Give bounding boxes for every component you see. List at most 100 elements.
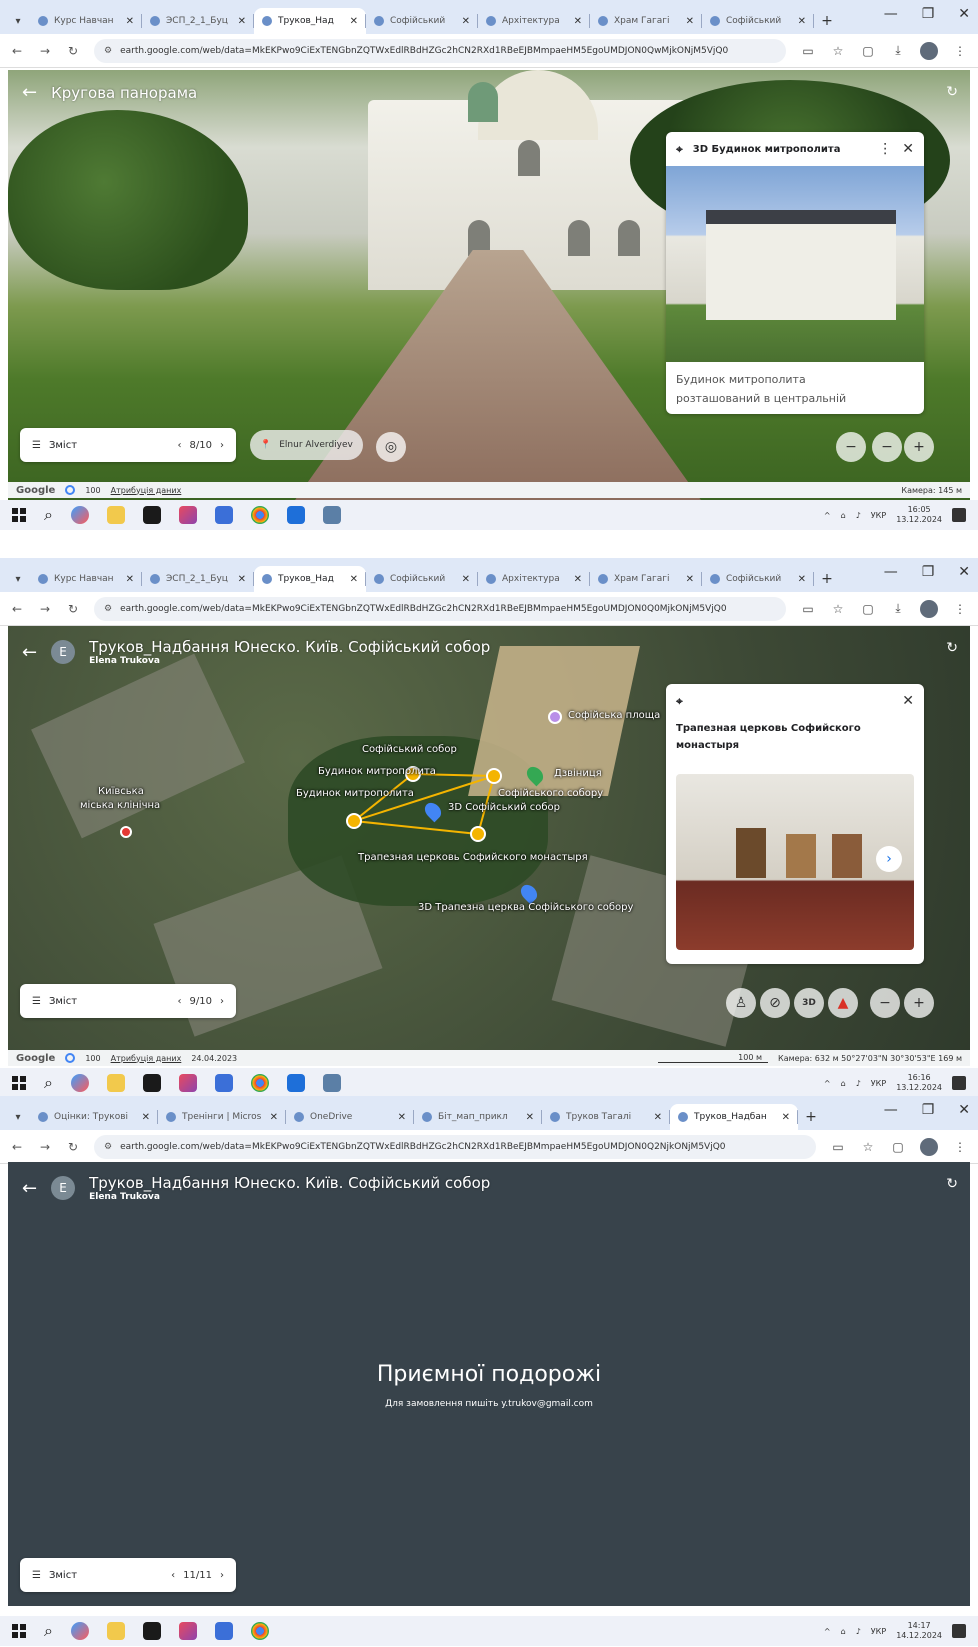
tour-stop-pin[interactable] (346, 813, 362, 829)
browser-tab[interactable]: Тренінги | Micros ✕ (158, 1104, 286, 1130)
file-explorer-icon[interactable] (106, 1074, 125, 1092)
cast-icon[interactable]: ▭ (830, 1140, 846, 1154)
language-indicator[interactable]: УКР (871, 1079, 886, 1088)
photographer-chip[interactable]: 📍 Elnur Alverdiyev (250, 430, 363, 460)
close-tab-icon[interactable]: ✕ (526, 1112, 534, 1123)
browser-tab[interactable]: Труков Тагалі ✕ (542, 1104, 670, 1130)
windows-start-icon[interactable] (12, 508, 26, 522)
close-tab-icon[interactable]: ✕ (126, 574, 134, 585)
copilot-icon[interactable] (70, 506, 89, 524)
square-pin[interactable] (548, 710, 562, 724)
clock[interactable]: 16:16 13.12.2024 (896, 1073, 942, 1093)
recenter-icon[interactable]: ◎ (376, 432, 406, 462)
close-window-icon[interactable]: ✕ (958, 1102, 970, 1118)
browser-tab[interactable]: Софійський ✕ (366, 8, 478, 34)
forward-icon[interactable]: → (38, 44, 52, 58)
close-tab-icon[interactable]: ✕ (798, 574, 806, 585)
close-tab-icon[interactable]: ✕ (686, 16, 694, 27)
close-tab-icon[interactable]: ✕ (142, 1112, 150, 1123)
site-info-icon[interactable]: ⚙ (104, 46, 112, 56)
new-tab-plus-icon[interactable]: + (814, 8, 840, 34)
contents-panel[interactable]: ☰ Зміст ‹ 11/11 › (20, 1558, 236, 1592)
browser-tab[interactable]: Біт_мап_прикл ✕ (414, 1104, 542, 1130)
browser-tab-active[interactable]: Труков_Над ✕ (254, 566, 366, 592)
outlook-icon[interactable] (286, 506, 305, 524)
reload-icon[interactable]: ↻ (66, 602, 80, 616)
earth-panorama-view[interactable]: ← Кругова панорама ↻ ⌖ 3D Будинок митроп… (8, 70, 970, 500)
close-tab-icon[interactable]: ✕ (350, 16, 358, 27)
minimize-icon[interactable]: — (884, 1102, 898, 1118)
back-icon[interactable]: ← (10, 1140, 24, 1154)
tab-search-chevron-icon[interactable]: ▾ (6, 566, 30, 592)
clock[interactable]: 14:17 14.12.2024 (896, 1621, 942, 1641)
close-tab-icon[interactable]: ✕ (270, 1112, 278, 1123)
contents-panel[interactable]: ☰ Зміст ‹ 9/10 › (20, 984, 236, 1018)
contents-panel[interactable]: ☰ Зміст ‹ 8/10 › (20, 428, 236, 462)
notification-icon[interactable] (952, 1076, 966, 1090)
browser-tab[interactable]: ЭСП_2_1_Буц ✕ (142, 8, 254, 34)
language-indicator[interactable]: УКР (871, 511, 886, 520)
chrome-icon[interactable] (250, 1622, 269, 1640)
tray-chevron-icon[interactable]: ^ (824, 511, 831, 520)
zoom-out-icon[interactable]: − (870, 988, 900, 1018)
back-arrow-icon[interactable]: ← (22, 642, 37, 663)
close-tab-icon[interactable]: ✕ (782, 1112, 790, 1123)
media-player-icon[interactable] (142, 506, 161, 524)
next-slide-icon[interactable]: › (220, 440, 224, 451)
teams-icon[interactable] (214, 1622, 233, 1640)
menu-kebab-icon[interactable]: ⋮ (952, 44, 968, 58)
next-slide-icon[interactable]: › (220, 996, 224, 1007)
reload-icon[interactable]: ↻ (66, 44, 80, 58)
close-tab-icon[interactable]: ✕ (574, 16, 582, 27)
zoom-in-icon[interactable]: + (904, 988, 934, 1018)
forward-icon[interactable]: → (38, 1140, 52, 1154)
browser-tab[interactable]: Оцінки: Трукові ✕ (30, 1104, 158, 1130)
prev-slide-icon[interactable]: ‹ (178, 440, 182, 451)
profile-avatar-icon[interactable] (920, 1137, 938, 1156)
close-tab-icon[interactable]: ✕ (126, 16, 134, 27)
tour-stop-pin[interactable] (486, 768, 502, 784)
file-explorer-icon[interactable] (106, 1622, 125, 1640)
browser-tab[interactable]: Архітектура ✕ (478, 566, 590, 592)
data-attribution-link[interactable]: Атрибуція даних (111, 486, 182, 495)
search-icon[interactable]: ⌕ (44, 1073, 53, 1093)
network-icon[interactable]: ⌂ (841, 1079, 846, 1088)
tour-stop-pin[interactable] (470, 826, 486, 842)
url-input[interactable]: ⚙ earth.google.com/web/data=MkEKPwo9CiExT… (94, 38, 786, 63)
url-input[interactable]: ⚙ earth.google.com/web/data=MkEKPwo9CiExT… (94, 1134, 816, 1159)
file-explorer-icon[interactable] (106, 506, 125, 524)
volume-icon[interactable]: ♪ (856, 511, 861, 520)
browser-tab[interactable]: Храм Гагагі ✕ (590, 8, 702, 34)
maximize-icon[interactable]: ❐ (922, 564, 935, 580)
copilot-icon[interactable] (70, 1622, 89, 1640)
close-tab-icon[interactable]: ✕ (462, 574, 470, 585)
zoom-in-icon[interactable]: + (904, 432, 934, 462)
close-tab-icon[interactable]: ✕ (238, 574, 246, 585)
search-icon[interactable]: ⌕ (44, 505, 53, 525)
prev-slide-icon[interactable]: ‹ (178, 996, 182, 1007)
media-player-icon[interactable] (142, 1622, 161, 1640)
reading-mode-icon[interactable]: ▢ (860, 602, 876, 616)
network-icon[interactable]: ⌂ (841, 511, 846, 520)
next-slide-icon[interactable]: › (220, 1570, 224, 1581)
close-window-icon[interactable]: ✕ (958, 564, 970, 580)
clock[interactable]: 16:05 13.12.2024 (896, 505, 942, 525)
browser-tab-active[interactable]: Труков_Надбан ✕ (670, 1104, 798, 1130)
browser-tab[interactable]: Софійський ✕ (702, 566, 814, 592)
browser-tab[interactable]: Архітектура ✕ (478, 8, 590, 34)
calculator-icon[interactable] (322, 1074, 341, 1092)
browser-tab[interactable]: ЭСП_2_1_Буц ✕ (142, 566, 254, 592)
place-photo[interactable] (666, 166, 924, 362)
app-icon[interactable] (178, 1622, 197, 1640)
minimize-icon[interactable]: — (884, 6, 898, 22)
url-input[interactable]: ⚙ earth.google.com/web/data=MkEKPwo9CiExT… (94, 596, 786, 621)
more-options-icon[interactable]: ⋮ (878, 141, 892, 157)
browser-tab[interactable]: Софійський ✕ (702, 8, 814, 34)
menu-kebab-icon[interactable]: ⋮ (952, 1140, 968, 1154)
browser-tab[interactable]: Курс Навчан ✕ (30, 8, 142, 34)
close-tab-icon[interactable]: ✕ (238, 16, 246, 27)
profile-avatar-icon[interactable] (920, 41, 938, 60)
back-arrow-icon[interactable]: ← (22, 82, 37, 103)
browser-tab-active[interactable]: Труков_Над ✕ (254, 8, 366, 34)
notification-icon[interactable] (952, 1624, 966, 1638)
